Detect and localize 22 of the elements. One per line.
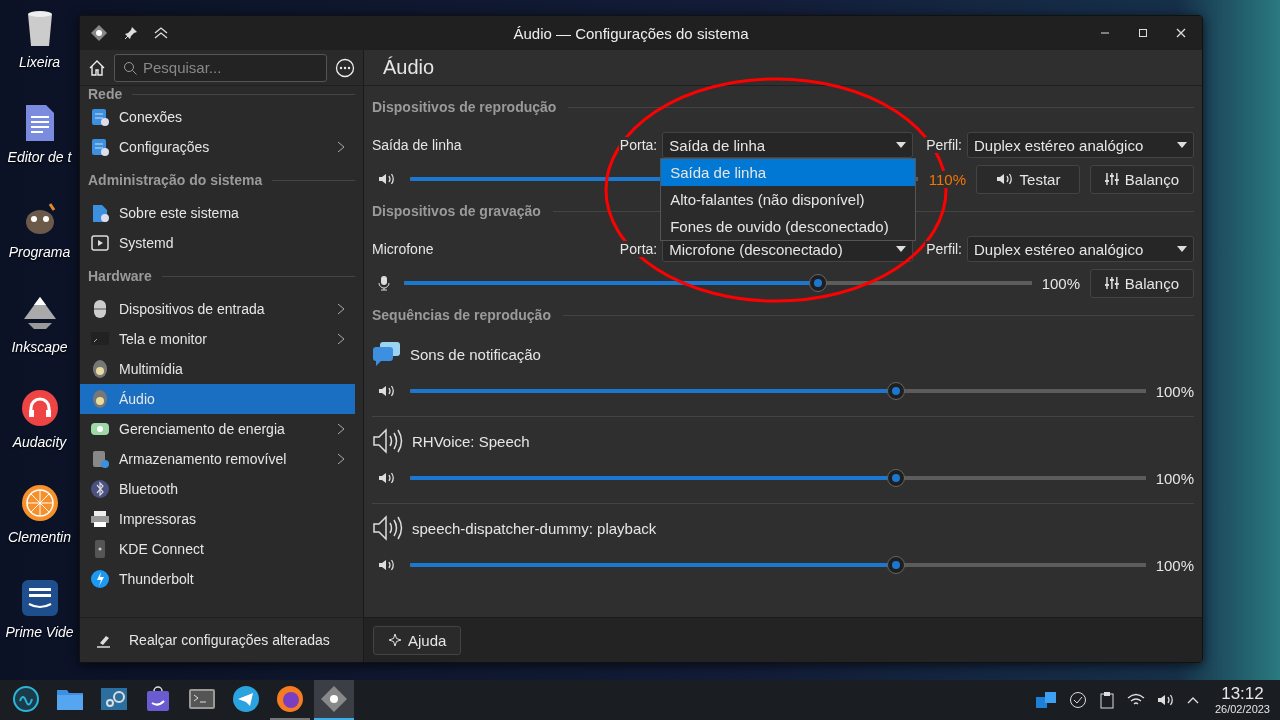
profile-label: Perfil: [925,137,963,153]
category-heading: Hardware [88,268,152,284]
volume-reading: 100% [1155,469,1194,487]
section-heading: Sequências de reprodução [372,307,551,323]
stream-name: Sons de notificação [410,345,541,363]
section-heading: Dispositivos de gravação [372,203,541,219]
volume-reading: 110% [928,170,966,188]
device-name: Saída de linha [372,137,463,153]
device-name: Microfone [372,241,435,257]
port-label: Porta: [618,137,659,153]
stream-name: speech-dispatcher-dummy: playback [412,519,657,537]
volume-reading: 100% [1155,556,1194,574]
profile-label: Perfil: [925,241,963,257]
category-heading: Rede [88,86,123,102]
category-heading: Administração do sistema [88,172,263,188]
stream-name: RHVoice: Speech [412,432,530,450]
page-title: Áudio [383,56,435,79]
window-title: Áudio — Configurações do sistema [512,24,750,42]
section-heading: Dispositivos de reprodução [372,99,557,115]
volume-reading: 100% [1155,382,1194,400]
port-label: Porta: [618,241,659,257]
volume-reading: 100% [1041,274,1080,292]
